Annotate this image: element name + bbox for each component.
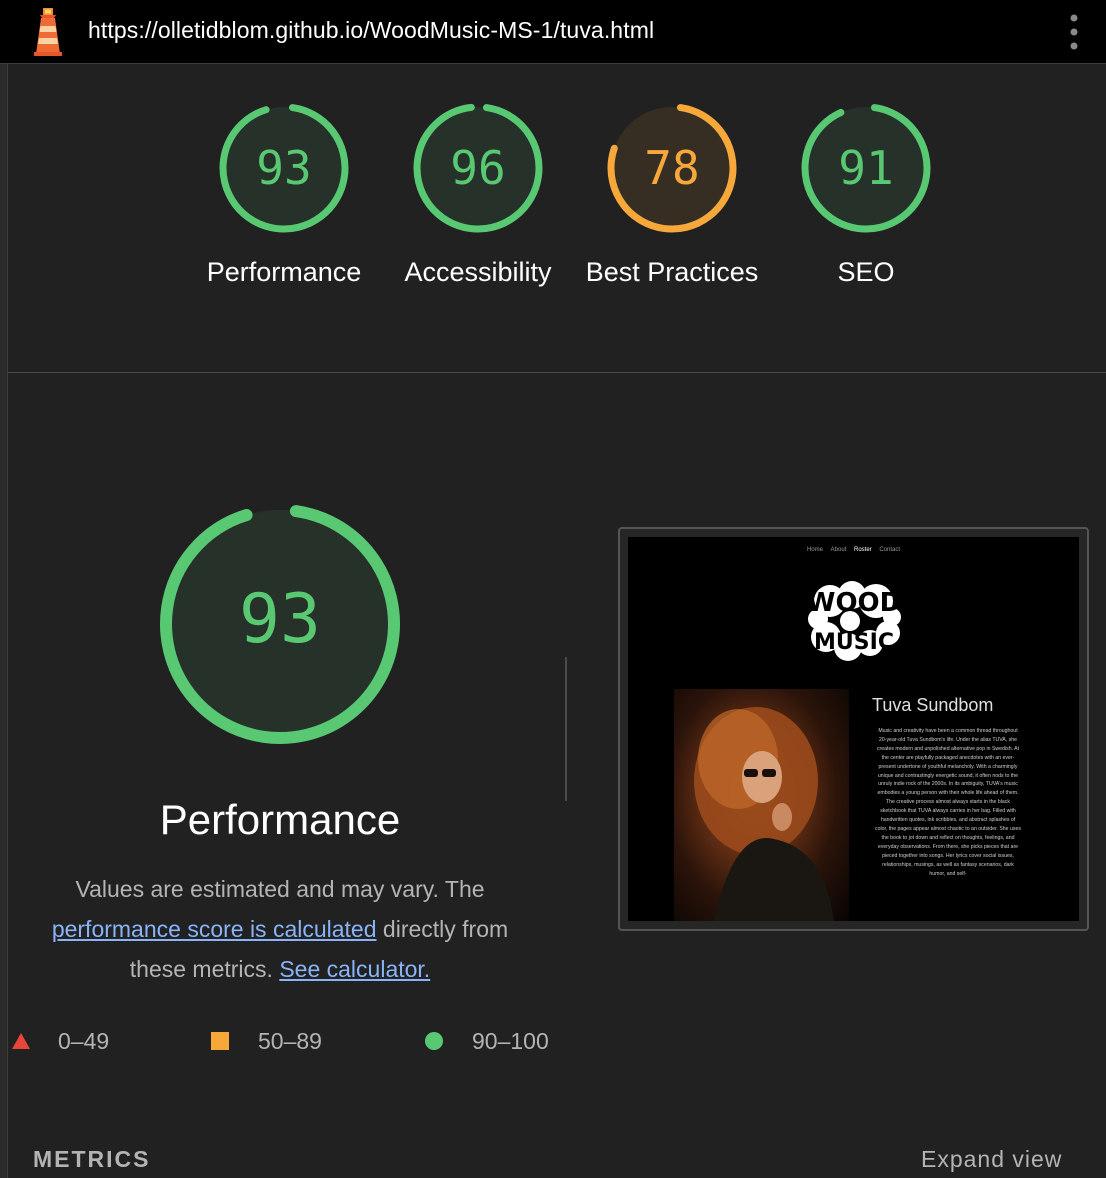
- more-vert-icon[interactable]: [1066, 13, 1082, 51]
- gauge-score: 93: [256, 141, 312, 195]
- artist-name: Tuva Sundbom: [872, 695, 994, 715]
- square-icon: [211, 1032, 229, 1050]
- nav-item: Home: [806, 547, 823, 553]
- gauge-best-practices[interactable]: 78 Best Practices: [580, 102, 760, 332]
- description-text: Values are estimated and may vary. The: [75, 876, 485, 902]
- circle-icon: [425, 1032, 443, 1050]
- metrics-heading: METRICS: [33, 1146, 151, 1172]
- gauge-label: SEO: [837, 257, 895, 287]
- artist-photo-art: [694, 707, 834, 921]
- vertical-divider: [565, 657, 567, 801]
- gauge-score: 96: [450, 141, 506, 195]
- calculator-link[interactable]: See calculator.: [279, 956, 430, 982]
- legend-range: 90–100: [472, 1028, 549, 1054]
- screenshot-page: Home About Roster Contact WOOD MUSIC Tuv…: [628, 537, 1079, 921]
- score-legend: 0–49 50–89 90–100: [8, 1022, 568, 1062]
- legend-range: 0–49: [58, 1028, 110, 1054]
- nav-item: Roster: [854, 547, 872, 553]
- nav-item: About: [830, 547, 847, 553]
- page-url: https://olletidblom.github.io/WoodMusic-…: [88, 17, 655, 43]
- screenshot-nav: Home About Roster Contact: [628, 547, 1079, 553]
- performance-score: 93: [239, 580, 321, 659]
- gauge-performance[interactable]: 93 Performance: [192, 102, 372, 332]
- left-edge: [0, 64, 8, 1178]
- legend-range: 50–89: [258, 1028, 322, 1054]
- artist-bio: Music and creativity have been a common …: [875, 728, 1021, 877]
- gauge-accessibility[interactable]: 96 Accessibility: [386, 102, 566, 332]
- top-bar: https://olletidblom.github.io/WoodMusic-…: [0, 0, 1106, 64]
- gauge-label: Accessibility: [404, 257, 552, 287]
- performance-title: Performance: [159, 796, 401, 843]
- performance-description: Values are estimated and may vary. The p…: [30, 869, 530, 989]
- lighthouse-icon: [34, 8, 62, 56]
- triangle-icon: [12, 1033, 30, 1049]
- expand-view-button[interactable]: Expand view: [921, 1146, 1062, 1173]
- score-gauges: 93 Performance 96 Accessibility 78 Best …: [8, 64, 1106, 373]
- gauge-score: 91: [838, 141, 894, 195]
- wood-music-logo: WOOD MUSIC: [807, 581, 901, 661]
- logo-text: MUSIC: [814, 630, 894, 655]
- final-screenshot[interactable]: Home About Roster Contact WOOD MUSIC Tuv…: [618, 527, 1089, 931]
- gauge-label: Performance: [206, 257, 362, 287]
- performance-score-link[interactable]: performance score is calculated: [52, 916, 377, 942]
- gauge-score: 78: [644, 141, 700, 195]
- nav-item: Contact: [879, 547, 901, 553]
- gauge-label: Best Practices: [585, 257, 759, 287]
- gauge-seo[interactable]: 91 SEO: [774, 102, 954, 332]
- artist-photo: [674, 689, 849, 921]
- logo-text: WOOD: [807, 588, 901, 618]
